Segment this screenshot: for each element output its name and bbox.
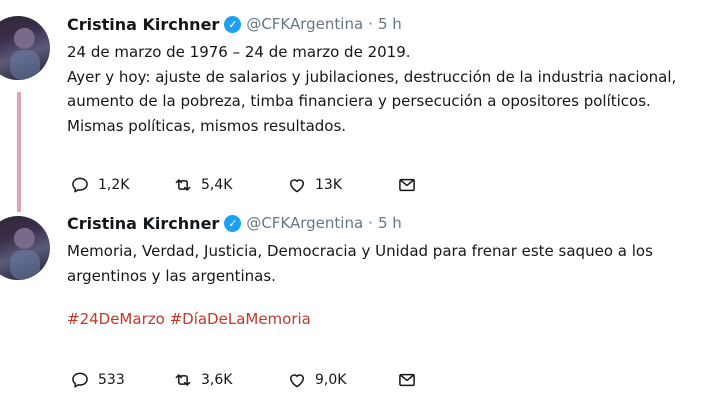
tweet-time[interactable]: 5 h	[378, 214, 402, 232]
retweet-count: 3,6K	[201, 372, 233, 388]
avatar[interactable]	[0, 16, 50, 80]
like-icon	[290, 179, 304, 193]
avatar[interactable]	[0, 216, 50, 280]
tweet-line: Memoria, Verdad, Justicia, Democracia y …	[67, 242, 653, 260]
retweet-icon	[175, 179, 191, 191]
verified-icon: ✓	[224, 15, 242, 33]
tweet-time[interactable]: 5 h	[378, 15, 402, 33]
author-handle[interactable]: @CFKArgentina	[246, 214, 363, 232]
like-count: 9,0K	[315, 372, 347, 388]
dm-button[interactable]	[397, 370, 417, 390]
retweet-count: 5,4K	[201, 177, 233, 193]
separator: ·	[368, 15, 373, 33]
tweet-actions: 1,2K 5,4K 13K	[70, 175, 417, 195]
tweet-text: Memoria, Verdad, Justicia, Democracia y …	[67, 239, 720, 288]
tweet-line: aumento de la pobreza, timba financiera …	[67, 92, 651, 110]
retweet-button[interactable]: 5,4K	[173, 175, 287, 195]
hashtag-link[interactable]: #24DeMarzo	[67, 310, 165, 328]
tweet-text: 24 de marzo de 1976 – 24 de marzo de 201…	[67, 40, 720, 138]
dm-button[interactable]	[397, 175, 417, 195]
reply-button[interactable]: 533	[70, 370, 173, 390]
tweet-line: Mismas políticas, mismos resultados.	[67, 116, 347, 135]
author-name[interactable]: Cristina Kirchner	[67, 15, 219, 34]
tweet-header: Cristina Kirchner ✓ @CFKArgentina · 5 h	[67, 211, 720, 235]
reply-button[interactable]: 1,2K	[70, 175, 173, 195]
verified-icon: ✓	[224, 214, 242, 232]
tweet-line: 24 de marzo de 1976 – 24 de marzo de 201…	[67, 43, 411, 61]
reply-count: 1,2K	[98, 177, 130, 193]
tweet-line: argentinos y las argentinas.	[67, 266, 276, 285]
retweet-icon	[175, 374, 191, 386]
hashtag-link[interactable]: #DíaDeLaMemoria	[170, 310, 311, 328]
tweet-header: Cristina Kirchner ✓ @CFKArgentina · 5 h	[67, 12, 720, 36]
retweet-button[interactable]: 3,6K	[173, 370, 287, 390]
tweet[interactable]: Cristina Kirchner ✓ @CFKArgentina · 5 h …	[67, 12, 720, 138]
separator: ·	[368, 214, 373, 232]
tweet-line: Ayer y hoy: ajuste de salarios y jubilac…	[67, 67, 677, 86]
thread-line	[17, 92, 21, 212]
author-name[interactable]: Cristina Kirchner	[67, 214, 219, 233]
tweet-actions: 533 3,6K 9,0K	[70, 370, 417, 390]
reply-count: 533	[98, 372, 125, 388]
tweet[interactable]: Cristina Kirchner ✓ @CFKArgentina · 5 h …	[67, 211, 720, 329]
like-button[interactable]: 9,0K	[287, 370, 397, 390]
like-icon	[290, 374, 304, 388]
message-icon	[399, 373, 415, 387]
like-button[interactable]: 13K	[287, 175, 397, 195]
hashtags: #24DeMarzo #DíaDeLaMemoria	[67, 310, 720, 328]
reply-icon	[72, 177, 88, 193]
reply-icon	[72, 372, 88, 388]
like-count: 13K	[315, 177, 342, 193]
message-icon	[399, 178, 415, 192]
author-handle[interactable]: @CFKArgentina	[246, 15, 363, 33]
